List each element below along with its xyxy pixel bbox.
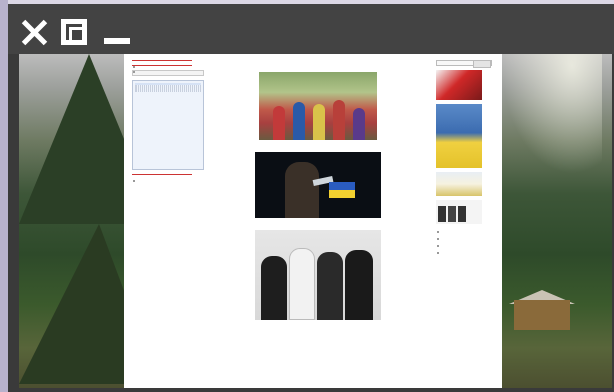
left-sidebar — [132, 56, 212, 182]
sidebar-link[interactable] — [436, 242, 498, 249]
sidebar-link[interactable] — [436, 228, 498, 235]
main-content — [214, 60, 422, 320]
app-window — [0, 0, 614, 392]
news-photo-4[interactable] — [436, 200, 482, 224]
news-photo-2[interactable] — [436, 104, 482, 168]
section-underline — [132, 174, 192, 175]
window-titlebar — [8, 0, 614, 54]
sidebar-link[interactable] — [436, 249, 498, 256]
close-icon[interactable] — [20, 18, 48, 46]
news-photo-3[interactable] — [436, 172, 482, 196]
news-photo-1[interactable] — [436, 70, 482, 100]
minimize-icon[interactable] — [102, 18, 130, 46]
browser-viewport — [19, 54, 612, 388]
web-page — [124, 54, 502, 388]
desktop-edge — [0, 0, 8, 392]
sidebar-link[interactable] — [436, 235, 498, 242]
sidebar-widget — [132, 70, 204, 76]
folk-dance-photo[interactable] — [259, 72, 377, 140]
background-sky — [502, 54, 602, 174]
search-input[interactable] — [436, 60, 492, 68]
section-underline — [132, 60, 192, 61]
concert-singer-photo[interactable] — [255, 152, 381, 218]
background-cabin — [514, 300, 570, 330]
info-box-line — [135, 91, 201, 92]
right-sidebar — [436, 56, 498, 256]
maximize-icon[interactable] — [60, 18, 88, 46]
band-photo[interactable] — [255, 230, 381, 320]
section-underline — [132, 65, 192, 66]
sidebar-info-box — [132, 80, 204, 170]
